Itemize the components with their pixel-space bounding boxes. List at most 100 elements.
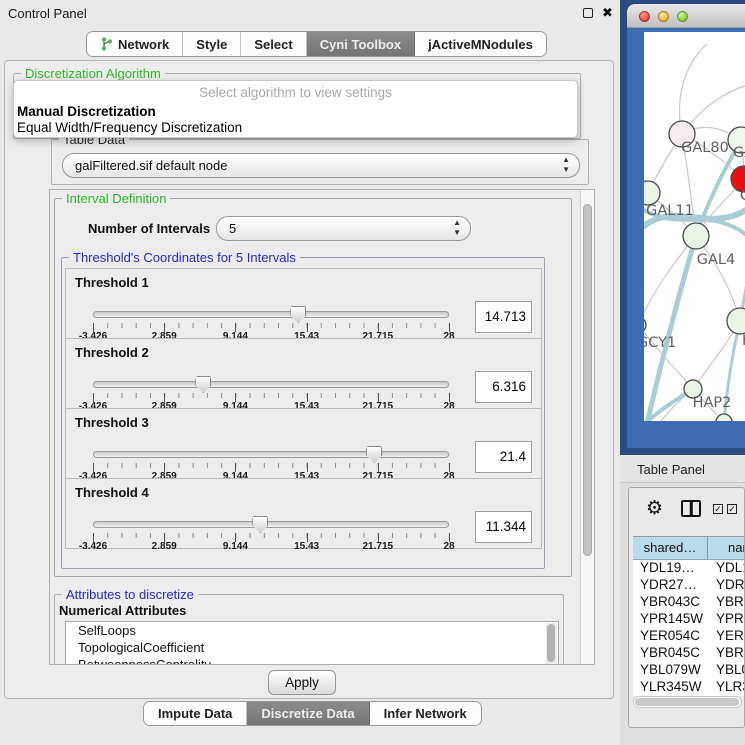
tab-cyni-toolbox[interactable]: Cyni Toolbox bbox=[307, 32, 415, 56]
settings-scrollbar[interactable] bbox=[580, 190, 594, 664]
interval-definition-title: Interval Definition bbox=[62, 191, 170, 206]
tab-style[interactable]: Style bbox=[183, 32, 241, 56]
threshold-2-label: Threshold 2 bbox=[75, 345, 149, 360]
discretization-algorithm-title: Discretization Algorithm bbox=[21, 66, 165, 81]
tab-impute-data[interactable]: Impute Data bbox=[144, 702, 247, 725]
column-header-name[interactable]: name bbox=[708, 537, 744, 559]
threshold-1-slider[interactable]: -3.4262.8599.14415.4321.71528 bbox=[93, 307, 449, 339]
table-row[interactable]: YBL079WYBL0 bbox=[633, 662, 744, 679]
checkbox-icon[interactable]: ✓ bbox=[727, 504, 737, 514]
table-toolbar: ⚙ ✓ ✓ bbox=[629, 488, 744, 532]
network-graph: GAL80 GA C GAL11 GAL4 GCY1 H HAP2 bbox=[644, 32, 745, 421]
algorithm-dropdown-popup: Select algorithm to view settings Manual… bbox=[13, 80, 578, 138]
table-horizontal-scrollbar[interactable] bbox=[633, 696, 742, 708]
dropdown-option-manual[interactable]: Manual Discretization bbox=[17, 104, 156, 119]
network-view-window: GAL80 GA C GAL11 GAL4 GCY1 H HAP2 bbox=[620, 0, 745, 455]
checkbox-icon[interactable]: ✓ bbox=[713, 504, 723, 514]
close-window-icon[interactable] bbox=[639, 11, 650, 22]
table-data-combobox[interactable]: galFiltered.sif default node ▲▼ bbox=[62, 153, 580, 178]
network-icon bbox=[100, 37, 113, 51]
table-row[interactable]: YDL19…YDL1 bbox=[633, 560, 744, 577]
node-label: GAL4 bbox=[697, 252, 735, 268]
list-item[interactable]: TopologicalCoefficient bbox=[66, 639, 558, 656]
threshold-1-slider-thumb[interactable] bbox=[290, 306, 306, 323]
table-panel-body: ⚙ ✓ ✓ shared… name YDL19…YDL1 YDR27…YDR2… bbox=[628, 487, 745, 728]
float-panel-icon[interactable] bbox=[583, 8, 593, 18]
control-panel-title: Control Panel bbox=[8, 6, 87, 21]
node-label: GAL80 bbox=[681, 140, 729, 156]
threshold-3-slider[interactable]: -3.4262.8599.14415.4321.71528 bbox=[93, 447, 449, 479]
table-data-group: Table Data galFiltered.sif default node … bbox=[51, 139, 589, 185]
table-row[interactable]: YER054CYER0 bbox=[633, 628, 744, 645]
table-header-row: shared… name bbox=[633, 537, 744, 560]
table-panel: Table Panel ⚙ ✓ ✓ shared… name YDL19…YDL… bbox=[620, 455, 745, 745]
network-canvas[interactable]: GAL80 GA C GAL11 GAL4 GCY1 H HAP2 bbox=[644, 32, 745, 421]
number-of-intervals-combobox[interactable]: 5 ▲▼ bbox=[216, 216, 471, 241]
tab-select[interactable]: Select bbox=[241, 32, 306, 56]
threshold-4-block: Threshold 4 -3.4262.8599.14415.4321.7152… bbox=[65, 478, 542, 549]
list-item[interactable]: BetweennessCentrality bbox=[66, 656, 558, 665]
threshold-1-label: Threshold 1 bbox=[75, 275, 149, 290]
numerical-attributes-label: Numerical Attributes bbox=[59, 603, 186, 618]
network-window-titlebar[interactable] bbox=[627, 4, 745, 28]
number-of-intervals-label: Number of Intervals bbox=[88, 221, 210, 236]
table-panel-titlebar: Table Panel bbox=[620, 455, 745, 483]
thresholds-group-title: Threshold's Coordinates for 5 Intervals bbox=[69, 250, 300, 265]
close-panel-icon[interactable]: ✖ bbox=[602, 5, 613, 21]
node-label: GA bbox=[733, 145, 745, 161]
tab-discretize-data[interactable]: Discretize Data bbox=[247, 702, 369, 725]
threshold-4-slider-thumb[interactable] bbox=[252, 516, 268, 533]
list-scrollbar[interactable] bbox=[546, 623, 557, 665]
split-view-icon[interactable] bbox=[681, 500, 701, 517]
node-h[interactable] bbox=[727, 308, 745, 334]
threshold-4-label: Threshold 4 bbox=[75, 485, 149, 500]
interval-definition-group: Interval Definition Number of Intervals … bbox=[54, 198, 572, 577]
apply-button[interactable]: Apply bbox=[268, 670, 336, 695]
threshold-2-slider-thumb[interactable] bbox=[195, 376, 211, 393]
threshold-2-value-field[interactable]: 6.316 bbox=[475, 371, 532, 403]
attributes-group: Attributes to discretize Numerical Attri… bbox=[54, 594, 564, 665]
thresholds-group: Threshold's Coordinates for 5 Intervals … bbox=[61, 257, 545, 569]
dropdown-option-equal-width[interactable]: Equal Width/Frequency Discretization bbox=[17, 120, 242, 135]
table-row[interactable]: YDR27…YDR2 bbox=[633, 577, 744, 594]
combo-stepper-icon: ▲▼ bbox=[562, 155, 570, 175]
zoom-window-icon[interactable] bbox=[677, 11, 688, 22]
threshold-1-value-field[interactable]: 14.713 bbox=[475, 301, 532, 333]
node-gal4[interactable] bbox=[683, 223, 709, 249]
tab-network[interactable]: Network bbox=[87, 32, 183, 56]
dropdown-hint: Select algorithm to view settings bbox=[14, 85, 577, 100]
numerical-attributes-list[interactable]: SelfLoops TopologicalCoefficient Between… bbox=[65, 621, 559, 665]
table-row[interactable]: YBR045CYBR0 bbox=[633, 645, 744, 662]
table-row[interactable]: YPR145WYPR1 bbox=[633, 611, 744, 628]
gear-icon[interactable]: ⚙ bbox=[646, 497, 663, 519]
threshold-3-value-field[interactable]: 21.4 bbox=[475, 441, 532, 473]
threshold-2-slider[interactable]: -3.4262.8599.14415.4321.71528 bbox=[93, 377, 449, 409]
list-item[interactable]: SelfLoops bbox=[66, 622, 558, 639]
node-attribute-table[interactable]: shared… name YDL19…YDL1 YDR27…YDR2 YBR04… bbox=[633, 536, 744, 696]
node-label: C bbox=[740, 188, 745, 204]
attributes-group-title: Attributes to discretize bbox=[62, 587, 198, 602]
table-row[interactable]: YBR043CYBR0 bbox=[633, 594, 744, 611]
threshold-3-slider-thumb[interactable] bbox=[366, 446, 382, 463]
control-panel: Control Panel ✖ Network Style Select Cyn… bbox=[0, 0, 620, 745]
node-label: GCY1 bbox=[644, 335, 676, 351]
threshold-3-block: Threshold 3 -3.4262.8599.14415.4321.7152… bbox=[65, 408, 542, 479]
table-row[interactable]: YLR345WYLR3 bbox=[633, 679, 744, 696]
node-label: HAP2 bbox=[693, 395, 732, 411]
column-header-shared[interactable]: shared… bbox=[633, 537, 708, 559]
control-panel-titlebar: Control Panel ✖ bbox=[0, 0, 620, 26]
tab-infer-network[interactable]: Infer Network bbox=[370, 702, 481, 725]
threshold-4-slider[interactable]: -3.4262.8599.14415.4321.71528 bbox=[93, 517, 449, 549]
table-panel-title: Table Panel bbox=[637, 462, 705, 477]
threshold-4-value-field[interactable]: 11.344 bbox=[475, 511, 532, 543]
node-gcy1[interactable] bbox=[644, 317, 646, 333]
tab-jactivemnodules[interactable]: jActiveMNodules bbox=[415, 32, 546, 56]
network-window-frame: GAL80 GA C GAL11 GAL4 GCY1 H HAP2 bbox=[627, 4, 745, 448]
node-label: GAL11 bbox=[646, 203, 694, 219]
threshold-2-block: Threshold 2 -3.4262.8599.14415.4321.7152… bbox=[65, 338, 542, 409]
cyni-bottom-tabs: Impute Data Discretize Data Infer Networ… bbox=[143, 701, 482, 726]
combo-stepper-icon: ▲▼ bbox=[453, 218, 461, 238]
node-bottom[interactable] bbox=[716, 414, 732, 421]
settings-scrollpane: Interval Definition Number of Intervals … bbox=[49, 189, 595, 665]
minimize-window-icon[interactable] bbox=[658, 11, 669, 22]
